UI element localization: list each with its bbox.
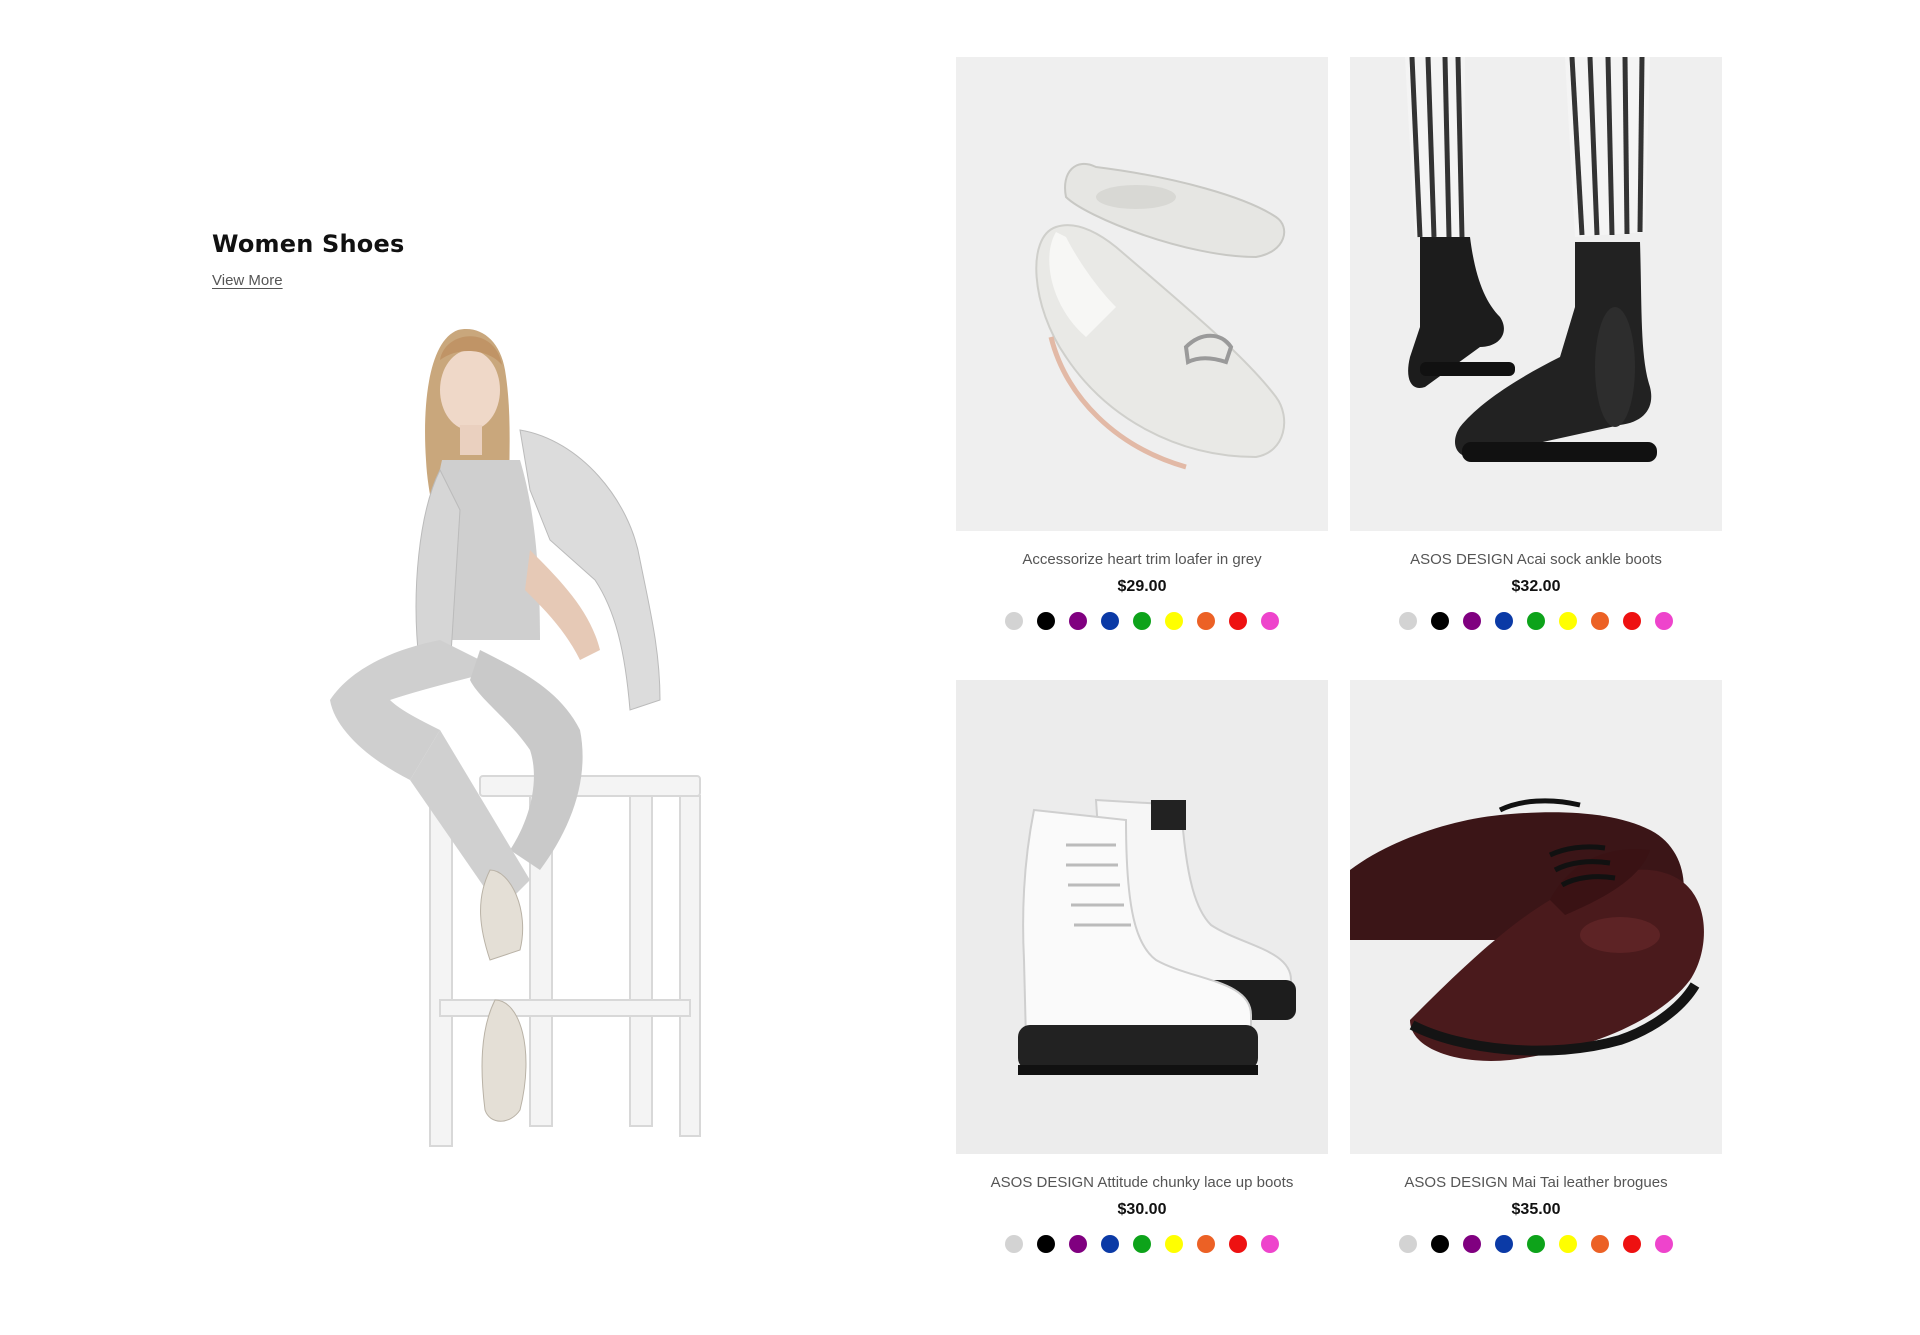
color-swatch[interactable]: [1655, 612, 1673, 630]
color-swatch[interactable]: [1037, 612, 1055, 630]
product-price: $32.00: [1511, 578, 1561, 595]
color-swatch[interactable]: [1399, 612, 1417, 630]
color-swatch[interactable]: [1655, 1235, 1673, 1253]
color-swatch[interactable]: [1399, 1235, 1417, 1253]
color-swatch[interactable]: [1197, 1235, 1215, 1253]
color-swatch[interactable]: [1559, 1235, 1577, 1253]
color-swatch[interactable]: [1133, 1235, 1151, 1253]
color-swatch[interactable]: [1005, 1235, 1023, 1253]
color-swatch[interactable]: [1495, 1235, 1513, 1253]
color-swatch[interactable]: [1261, 612, 1279, 630]
product-card[interactable]: ASOS DESIGN Mai Tai leather brogues $35.…: [1350, 680, 1722, 1300]
color-swatch[interactable]: [1069, 612, 1087, 630]
section-title: Women Shoes: [212, 230, 405, 258]
color-swatch[interactable]: [1229, 612, 1247, 630]
product-name[interactable]: ASOS DESIGN Attitude chunky lace up boot…: [956, 1174, 1328, 1191]
product-image-loafer[interactable]: [956, 57, 1328, 531]
color-swatch[interactable]: [1431, 1235, 1449, 1253]
color-swatches: [956, 612, 1328, 630]
color-swatch[interactable]: [1101, 1235, 1119, 1253]
color-swatch[interactable]: [1527, 612, 1545, 630]
color-swatch[interactable]: [1431, 612, 1449, 630]
product-image-ankle-boots[interactable]: [1350, 57, 1722, 531]
color-swatch[interactable]: [1165, 1235, 1183, 1253]
product-image-lace-up-boots[interactable]: [956, 680, 1328, 1154]
product-card[interactable]: Accessorize heart trim loafer in grey $2…: [956, 57, 1328, 677]
color-swatch[interactable]: [1591, 612, 1609, 630]
color-swatch[interactable]: [1463, 1235, 1481, 1253]
color-swatch[interactable]: [1463, 612, 1481, 630]
product-card[interactable]: ASOS DESIGN Attitude chunky lace up boot…: [956, 680, 1328, 1300]
color-swatches: [1350, 1235, 1722, 1253]
color-swatch[interactable]: [1229, 1235, 1247, 1253]
color-swatch[interactable]: [1261, 1235, 1279, 1253]
color-swatch[interactable]: [1623, 612, 1641, 630]
color-swatch[interactable]: [1069, 1235, 1087, 1253]
color-swatch[interactable]: [1495, 612, 1513, 630]
product-price: $30.00: [1117, 1201, 1167, 1218]
color-swatch[interactable]: [1559, 612, 1577, 630]
view-more-link[interactable]: View More: [212, 272, 283, 289]
color-swatches: [956, 1235, 1328, 1253]
hero-heading: Women Shoes View More: [212, 230, 404, 290]
product-price: $29.00: [1117, 578, 1167, 595]
color-swatch[interactable]: [1165, 612, 1183, 630]
color-swatches: [1350, 612, 1722, 630]
color-swatch[interactable]: [1623, 1235, 1641, 1253]
color-swatch[interactable]: [1527, 1235, 1545, 1253]
hero-model-image: [330, 310, 770, 1150]
product-card[interactable]: ASOS DESIGN Acai sock ankle boots $32.00: [1350, 57, 1722, 677]
product-name[interactable]: ASOS DESIGN Acai sock ankle boots: [1350, 551, 1722, 568]
color-swatch[interactable]: [1037, 1235, 1055, 1253]
color-swatch[interactable]: [1591, 1235, 1609, 1253]
product-name[interactable]: Accessorize heart trim loafer in grey: [956, 551, 1328, 568]
color-swatch[interactable]: [1101, 612, 1119, 630]
product-name[interactable]: ASOS DESIGN Mai Tai leather brogues: [1350, 1174, 1722, 1191]
color-swatch[interactable]: [1005, 612, 1023, 630]
product-image-brogues[interactable]: [1350, 680, 1722, 1154]
color-swatch[interactable]: [1197, 612, 1215, 630]
color-swatch[interactable]: [1133, 612, 1151, 630]
product-price: $35.00: [1511, 1201, 1561, 1218]
